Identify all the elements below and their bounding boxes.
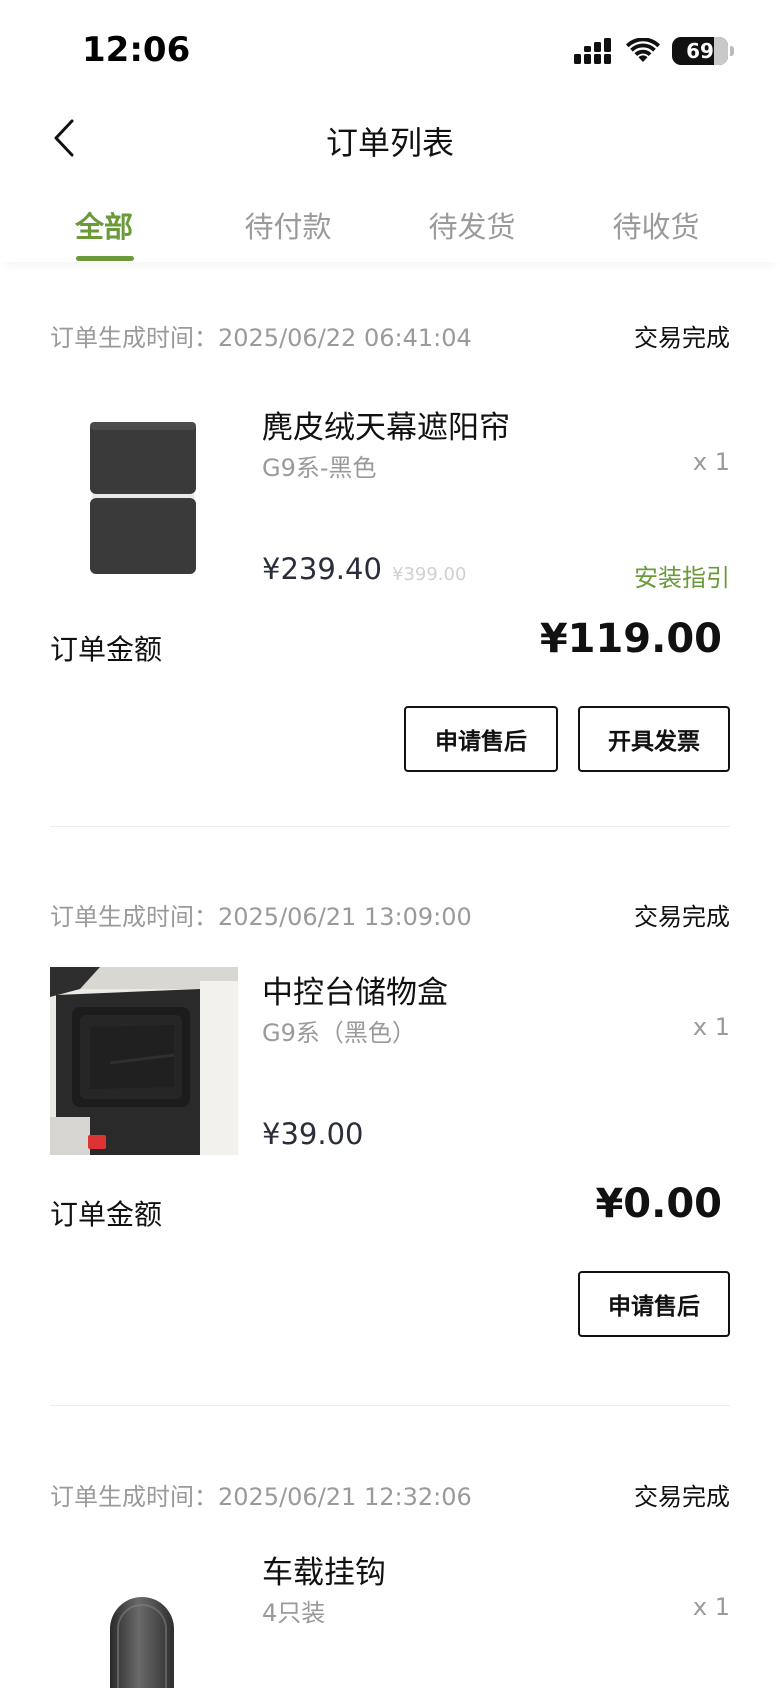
issue-invoice-button[interactable]: 开具发票 [578,706,730,772]
tab-pending-receipt[interactable]: 待收货 [576,204,736,246]
product-item[interactable]: 车载挂钩 4只装 x 1 [50,1547,730,1688]
product-quantity: x 1 [692,448,730,476]
install-guide-link[interactable]: 安装指引 [634,558,730,593]
wifi-icon [626,38,660,62]
order-divider [50,826,730,827]
battery-icon: 69 [672,37,734,65]
product-image[interactable] [50,967,238,1155]
product-spec: G9系（黑色） [262,1019,416,1047]
product-price: ¥239.40 [262,552,382,586]
product-spec: G9系-黑色 [262,454,377,482]
status-bar: 12:06 69 [0,0,780,100]
battery-level: 69 [686,39,714,63]
product-item[interactable]: 麂皮绒天幕遮阳帘 G9系-黑色 x 1 ¥239.40 ¥399.00 安装指引 [50,402,730,592]
order-card[interactable]: 订单生成时间：2025/06/21 13:09:00 交易完成 中控台储物盒 G… [50,897,730,1339]
order-status: 交易完成 [634,1483,730,1511]
order-status: 交易完成 [634,903,730,931]
order-time: 订单生成时间：2025/06/22 06:41:04 [50,324,472,352]
order-amount-value: ¥0.00 [595,1181,722,1227]
order-amount-label: 订单金额 [50,633,163,666]
product-price: ¥39.00 [262,1117,364,1151]
active-tab-indicator [76,256,134,261]
order-divider [50,1405,730,1406]
product-spec: 4只装 [262,1599,326,1627]
order-card[interactable]: 订单生成时间：2025/06/22 06:41:04 交易完成 麂皮绒天幕遮阳帘… [50,318,730,774]
product-name: 中控台储物盒 [262,975,448,1011]
product-name: 车载挂钩 [262,1555,386,1591]
order-time: 订单生成时间：2025/06/21 13:09:00 [50,903,472,931]
product-original-price: ¥399.00 [392,564,467,585]
after-sales-button[interactable]: 申请售后 [404,706,558,772]
product-image[interactable] [50,402,238,590]
order-amount-value: ¥119.00 [539,616,722,662]
order-time: 订单生成时间：2025/06/21 12:32:06 [50,1483,472,1511]
product-image[interactable] [50,1547,238,1688]
tab-pending-shipment[interactable]: 待发货 [392,204,552,246]
status-icons: 69 [574,36,734,66]
cellular-signal-icon [574,38,611,64]
tab-all[interactable]: 全部 [24,204,184,246]
page-title: 订单列表 [325,124,454,162]
status-time: 12:06 [82,30,191,70]
product-quantity: x 1 [692,1013,730,1041]
order-card[interactable]: 订单生成时间：2025/06/21 12:32:06 交易完成 车载挂钩 4只装… [50,1477,730,1688]
product-item[interactable]: 中控台储物盒 G9系（黑色） x 1 ¥39.00 [50,967,730,1157]
after-sales-button[interactable]: 申请售后 [578,1271,730,1337]
order-tabs: 全部 待付款 待发货 待收货 [0,190,780,262]
product-quantity: x 1 [692,1593,730,1621]
order-status: 交易完成 [634,324,730,352]
product-name: 麂皮绒天幕遮阳帘 [262,410,510,446]
tab-pending-payment[interactable]: 待付款 [208,204,368,246]
nav-header: 订单列表 [0,100,780,180]
order-amount-label: 订单金额 [50,1198,163,1231]
